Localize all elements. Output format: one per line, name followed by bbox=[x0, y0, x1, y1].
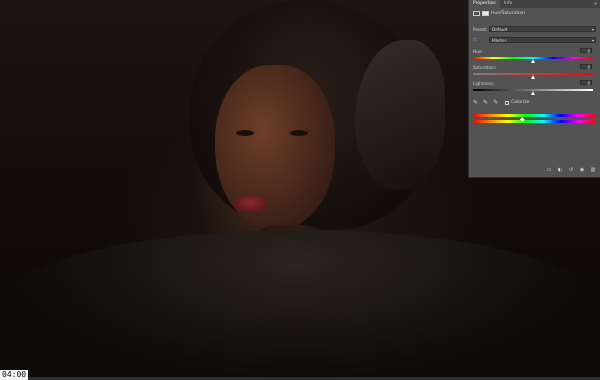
channel-value: Master bbox=[492, 38, 507, 43]
spectrum-bar-top bbox=[473, 114, 596, 117]
eyedropper-add-icon[interactable]: ✎ bbox=[483, 99, 488, 106]
delete-icon[interactable]: ▥ bbox=[590, 168, 596, 173]
reset-icon[interactable]: ↺ bbox=[568, 168, 574, 173]
preset-select[interactable]: Default ▾ bbox=[489, 26, 596, 32]
saturation-value[interactable]: 0 bbox=[580, 64, 592, 70]
channel-select[interactable]: Master ▾ bbox=[489, 37, 596, 43]
adjustment-header: Hue/Saturation bbox=[473, 11, 596, 16]
lips-shape bbox=[234, 196, 268, 212]
saturation-slider-thumb[interactable] bbox=[531, 75, 535, 79]
hue-label: Hue: bbox=[473, 49, 483, 54]
tab-properties[interactable]: Properties bbox=[469, 0, 500, 8]
clip-to-layer-icon[interactable]: ▭ bbox=[546, 168, 552, 173]
range-marker-icon[interactable]: ◆ bbox=[520, 116, 525, 123]
hand-tool-icon[interactable]: ☝ bbox=[473, 36, 477, 43]
chevron-down-icon: ▾ bbox=[591, 38, 594, 43]
adjustment-title: Hue/Saturation bbox=[491, 11, 525, 16]
saturation-label: Saturation: bbox=[473, 65, 497, 70]
visibility-icon[interactable]: ◉ bbox=[579, 168, 585, 173]
hue-value[interactable]: 0 bbox=[580, 48, 592, 54]
chevron-down-icon: ▾ bbox=[591, 27, 594, 32]
double-chevron-icon[interactable]: » bbox=[594, 0, 597, 8]
adjustment-layer-icon bbox=[473, 11, 480, 16]
eye-right-shape bbox=[290, 130, 308, 136]
video-timecode: 04:00 bbox=[0, 370, 29, 380]
eyedropper-icon[interactable]: ✎ bbox=[473, 99, 478, 106]
colorize-checkbox[interactable] bbox=[505, 100, 510, 105]
lightness-label: Lightness: bbox=[473, 81, 495, 86]
eye-left-shape bbox=[236, 130, 254, 136]
properties-panel: Properties Info » Hue/Saturation Preset:… bbox=[468, 0, 600, 178]
lightness-value[interactable]: 0 bbox=[580, 80, 592, 86]
panel-tabs: Properties Info » bbox=[469, 0, 600, 8]
lightness-slider-thumb[interactable] bbox=[531, 91, 535, 95]
spectrum-bar-bottom bbox=[473, 120, 596, 123]
colorize-label: Colorize bbox=[511, 100, 530, 105]
face-shape bbox=[215, 65, 335, 230]
eyedropper-row: ✎ ✎ ✎ Colorize bbox=[473, 99, 596, 106]
tab-info[interactable]: Info bbox=[500, 0, 517, 8]
preset-value: Default bbox=[492, 27, 508, 32]
view-previous-icon[interactable]: ◐ bbox=[557, 168, 563, 173]
feathers-shape bbox=[0, 230, 600, 380]
layer-mask-icon[interactable] bbox=[482, 11, 489, 16]
eyedropper-subtract-icon[interactable]: ✎ bbox=[493, 99, 498, 106]
preset-label: Preset: bbox=[473, 27, 488, 32]
hue-slider-thumb[interactable] bbox=[531, 59, 535, 63]
panel-bottom-toolbar: ▭ ◐ ↺ ◉ ▥ bbox=[546, 168, 596, 173]
